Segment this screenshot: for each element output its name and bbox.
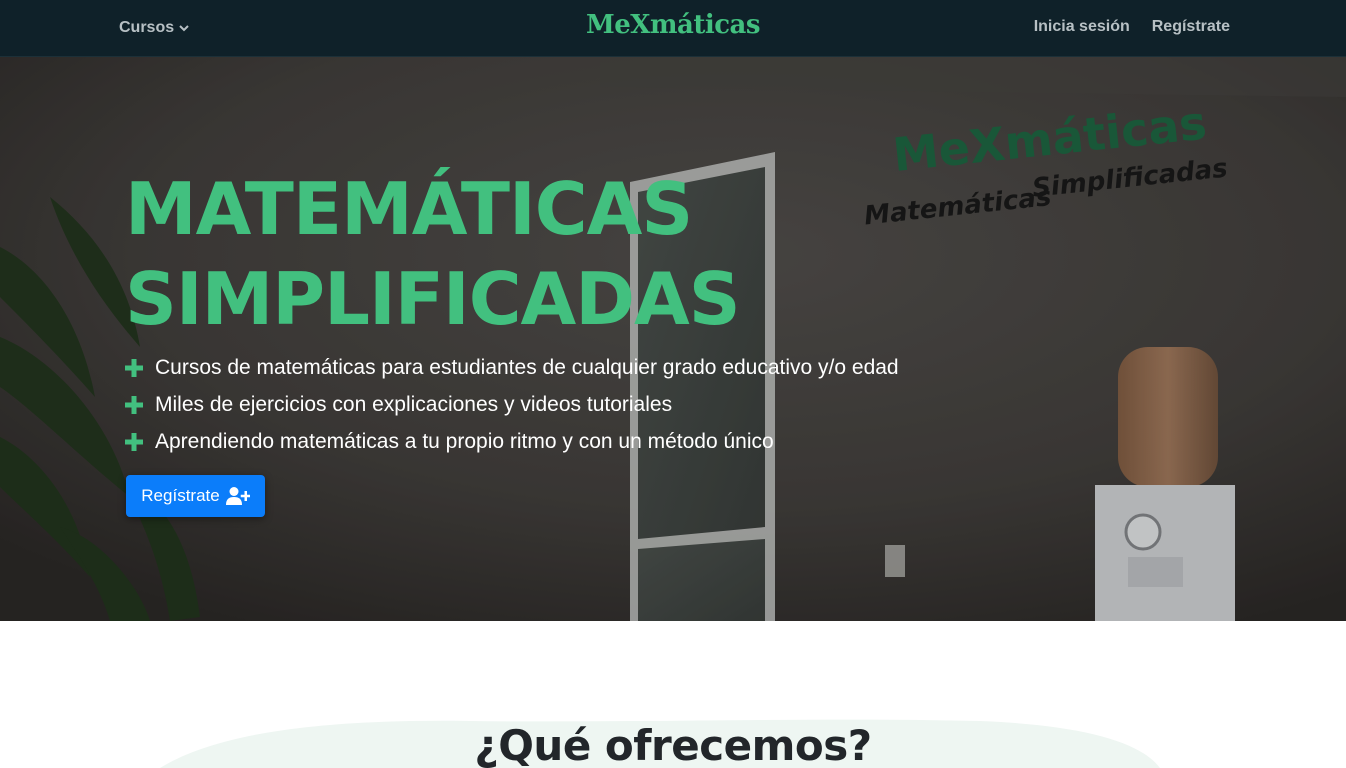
feature-list: Cursos de matemáticas para estudiantes d… — [124, 349, 899, 460]
feature-text: Cursos de matemáticas para estudiantes d… — [155, 355, 899, 379]
auth-links: Inicia sesión Regístrate — [1034, 18, 1230, 36]
plus-icon — [125, 432, 143, 451]
feature-item: Cursos de matemáticas para estudiantes d… — [124, 349, 899, 386]
courses-dropdown[interactable]: Cursos — [119, 17, 190, 39]
top-navbar: Cursos MeXmáticas Inicia sesión Regístra… — [0, 0, 1346, 57]
feature-text: Miles de ejercicios con explicaciones y … — [155, 392, 673, 416]
offer-section: ¿Qué ofrecemos? — [0, 621, 1346, 768]
register-link[interactable]: Regístrate — [1152, 18, 1230, 36]
plus-icon — [125, 358, 143, 377]
register-cta-label: Regístrate — [141, 486, 220, 505]
hero-title-line-1: MATEMÁTICAS — [125, 167, 693, 251]
brand-logo[interactable]: MeXmáticas — [586, 10, 761, 40]
plus-icon — [125, 395, 143, 414]
user-plus-icon — [225, 487, 250, 505]
feature-item: Aprendiendo matemáticas a tu propio ritm… — [124, 423, 899, 460]
hero-title: MATEMÁTICAS SIMPLIFICADAS — [125, 164, 741, 344]
hero-banner: MeXmáticas Matemáticas Simplificadas MAT… — [0, 57, 1346, 621]
login-link[interactable]: Inicia sesión — [1034, 18, 1130, 36]
hero-title-line-2: SIMPLIFICADAS — [125, 257, 741, 341]
register-cta-button[interactable]: Regístrate — [126, 475, 265, 517]
offer-title: ¿Qué ofrecemos? — [474, 721, 872, 768]
courses-label: Cursos — [119, 19, 175, 36]
feature-item: Miles de ejercicios con explicaciones y … — [124, 386, 899, 423]
feature-text: Aprendiendo matemáticas a tu propio ritm… — [155, 429, 774, 453]
chevron-down-icon — [179, 25, 189, 32]
